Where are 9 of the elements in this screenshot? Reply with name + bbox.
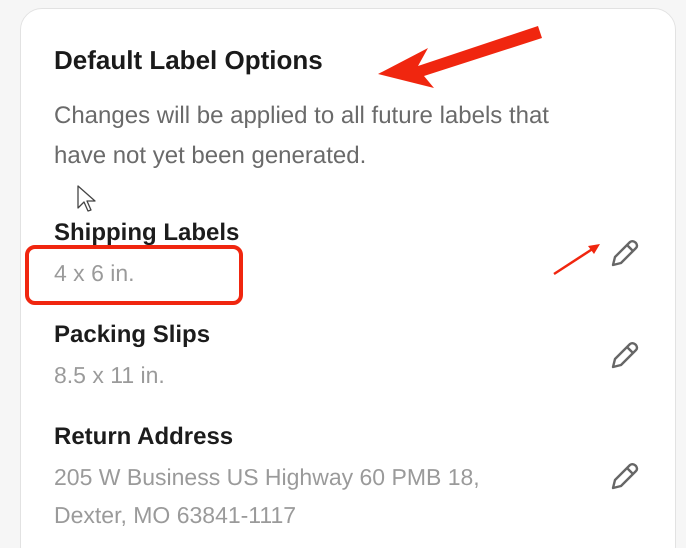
card-description: Changes will be applied to all future labels that have not yet been generated. (54, 101, 550, 171)
option-value: 8.5 x 11 in. (54, 361, 165, 390)
option-value: 205 W Business US Highway 60 PMB 18, Dexter, MO 63841-1117 (54, 463, 481, 530)
option-value: 4 x 6 in. (54, 259, 135, 288)
option-title: Packing Slips (54, 320, 210, 350)
option-title: Return Address (54, 422, 234, 452)
cursor-icon (76, 184, 98, 214)
option-title: Shipping Labels (54, 218, 240, 248)
card-title: Default Label Options (54, 45, 324, 76)
